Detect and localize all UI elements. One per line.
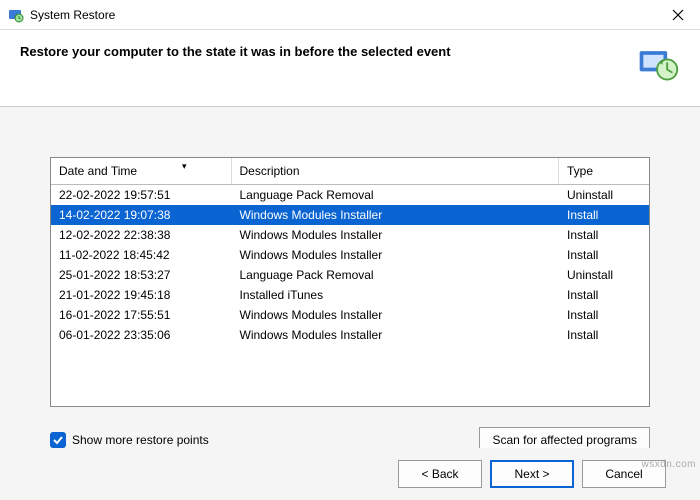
table-cell: Install bbox=[559, 205, 649, 225]
table-row[interactable]: 12-02-2022 22:38:38Windows Modules Insta… bbox=[51, 225, 649, 245]
table-cell: Install bbox=[559, 225, 649, 245]
table-cell: Installed iTunes bbox=[231, 285, 559, 305]
table-cell: Uninstall bbox=[559, 185, 649, 206]
table-cell: Language Pack Removal bbox=[231, 185, 559, 206]
column-header-date-label: Date and Time bbox=[59, 164, 137, 178]
table-row[interactable]: 21-01-2022 19:45:18Installed iTunesInsta… bbox=[51, 285, 649, 305]
sort-indicator-icon: ▾ bbox=[182, 161, 187, 172]
table-cell: 12-02-2022 22:38:38 bbox=[51, 225, 231, 245]
table-cell: 06-01-2022 23:35:06 bbox=[51, 325, 231, 345]
close-icon bbox=[672, 9, 684, 21]
table-cell: Uninstall bbox=[559, 265, 649, 285]
table-row[interactable]: 11-02-2022 18:45:42Windows Modules Insta… bbox=[51, 245, 649, 265]
table-cell: Install bbox=[559, 245, 649, 265]
checkmark-icon bbox=[52, 434, 64, 446]
table-cell: Windows Modules Installer bbox=[231, 205, 559, 225]
system-restore-large-icon bbox=[636, 42, 680, 86]
close-button[interactable] bbox=[664, 1, 692, 29]
show-more-label: Show more restore points bbox=[72, 433, 209, 447]
table-row[interactable]: 22-02-2022 19:57:51Language Pack Removal… bbox=[51, 185, 649, 206]
show-more-checkbox[interactable] bbox=[50, 432, 66, 448]
table-row[interactable]: 16-01-2022 17:55:51Windows Modules Insta… bbox=[51, 305, 649, 325]
table-row[interactable]: 25-01-2022 18:53:27Language Pack Removal… bbox=[51, 265, 649, 285]
next-button[interactable]: Next > bbox=[490, 460, 574, 488]
table-row[interactable]: 06-01-2022 23:35:06Windows Modules Insta… bbox=[51, 325, 649, 345]
table-cell: Install bbox=[559, 305, 649, 325]
window-title: System Restore bbox=[30, 8, 664, 22]
table-row[interactable]: 14-02-2022 19:07:38Windows Modules Insta… bbox=[51, 205, 649, 225]
table-cell: Windows Modules Installer bbox=[231, 225, 559, 245]
column-header-description[interactable]: Description bbox=[231, 158, 559, 185]
table-cell: 21-01-2022 19:45:18 bbox=[51, 285, 231, 305]
back-button[interactable]: < Back bbox=[398, 460, 482, 488]
table-cell: 25-01-2022 18:53:27 bbox=[51, 265, 231, 285]
system-restore-icon bbox=[8, 7, 24, 23]
main-panel: Date and Time ▾ Description Type 22-02-2… bbox=[0, 107, 700, 417]
column-header-date[interactable]: Date and Time ▾ bbox=[51, 158, 231, 185]
table-cell: Install bbox=[559, 325, 649, 345]
footer-buttons: < Back Next > Cancel bbox=[0, 448, 700, 500]
table-cell: Windows Modules Installer bbox=[231, 305, 559, 325]
table-cell: Windows Modules Installer bbox=[231, 325, 559, 345]
table-cell: Windows Modules Installer bbox=[231, 245, 559, 265]
table-cell: Language Pack Removal bbox=[231, 265, 559, 285]
table-cell: 16-01-2022 17:55:51 bbox=[51, 305, 231, 325]
page-headline: Restore your computer to the state it wa… bbox=[20, 44, 628, 59]
table-cell: 22-02-2022 19:57:51 bbox=[51, 185, 231, 206]
watermark: wsxdn.com bbox=[641, 459, 696, 470]
restore-points-table: Date and Time ▾ Description Type 22-02-2… bbox=[50, 157, 650, 407]
column-header-type[interactable]: Type bbox=[559, 158, 649, 185]
table-cell: Install bbox=[559, 285, 649, 305]
table-cell: 11-02-2022 18:45:42 bbox=[51, 245, 231, 265]
header: Restore your computer to the state it wa… bbox=[0, 30, 700, 107]
table-cell: 14-02-2022 19:07:38 bbox=[51, 205, 231, 225]
titlebar: System Restore bbox=[0, 0, 700, 30]
